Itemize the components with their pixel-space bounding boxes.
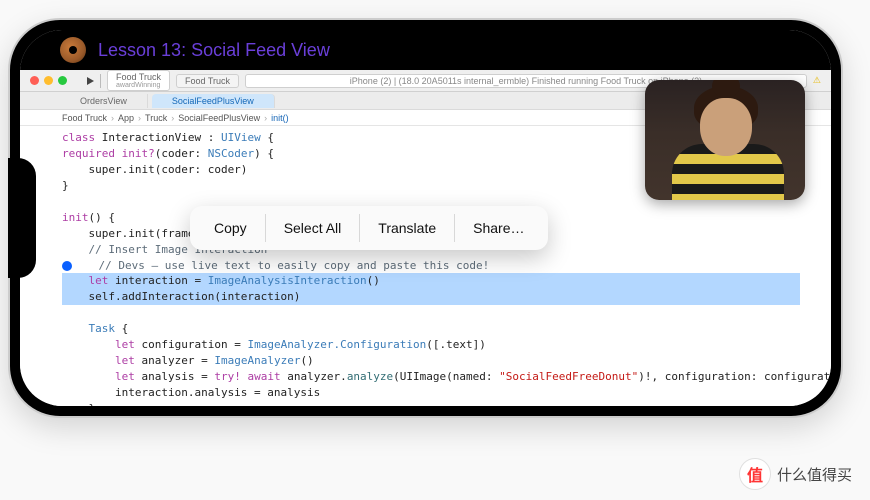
code-text xyxy=(115,147,122,160)
run-button-icon[interactable] xyxy=(87,77,94,85)
breadcrumb-item[interactable]: init() xyxy=(271,113,289,123)
badge-char: 值 xyxy=(747,462,763,486)
menu-label: Copy xyxy=(214,220,247,236)
code-kw: let xyxy=(89,274,109,287)
text-context-menu: Copy Select All Translate Share… xyxy=(190,206,548,250)
smzdm-watermark: 值 什么值得买 xyxy=(739,458,852,490)
code-text: ) { xyxy=(254,147,274,160)
menu-label: Translate xyxy=(378,220,436,236)
chevron-right-icon: › xyxy=(264,113,267,123)
code-text: analysis = xyxy=(135,370,214,383)
code-comment: // Devs – use live text to easily copy a… xyxy=(99,259,490,272)
menu-label: Share… xyxy=(473,220,524,236)
code-type: NSCoder xyxy=(208,147,254,160)
warning-icon[interactable]: ⚠︎ xyxy=(813,75,821,86)
code-text: (UIImage(named: xyxy=(393,370,499,383)
code-kw: try! await xyxy=(214,370,280,383)
code-type: UIView xyxy=(221,131,261,144)
donut-app-icon xyxy=(60,37,86,63)
chevron-right-icon: › xyxy=(111,113,114,123)
phone-notch xyxy=(8,158,36,278)
code-text: interaction = xyxy=(108,274,207,287)
code-text: interaction.analysis = analysis xyxy=(62,386,320,399)
code-text xyxy=(72,259,99,272)
tab-ordersview[interactable]: OrdersView xyxy=(60,94,148,108)
code-text: self.addInteraction(interaction) xyxy=(62,290,300,303)
run-destination-label: Food Truck xyxy=(185,76,230,86)
selection-line: self.addInteraction(interaction) xyxy=(62,289,800,305)
code-type: ImageAnalyzer xyxy=(214,354,300,367)
share-button[interactable]: Share… xyxy=(455,206,542,250)
code-type: ImageAnalysisInteraction xyxy=(208,274,367,287)
speaker-avatar xyxy=(660,88,790,200)
code-text: (coder: xyxy=(155,147,208,160)
code-text xyxy=(62,354,115,367)
code-text: super.init(frame: xyxy=(62,227,208,240)
breadcrumb-item[interactable]: Truck xyxy=(145,113,167,123)
menu-label: Select All xyxy=(284,220,342,236)
code-kw: required xyxy=(62,147,115,160)
code-kw: let xyxy=(115,338,135,351)
tab-label: SocialFeedPlusView xyxy=(172,96,254,106)
chevron-right-icon: › xyxy=(171,113,174,123)
code-text: configuration = xyxy=(135,338,248,351)
selection-line: let interaction = ImageAnalysisInteracti… xyxy=(62,273,800,289)
code-type: Task xyxy=(89,322,116,335)
code-text: )!, configuration: configuration) xyxy=(638,370,831,383)
code-text xyxy=(62,243,89,256)
zoom-icon[interactable] xyxy=(58,76,67,85)
video-header: Lesson 13: Social Feed View xyxy=(20,30,831,70)
phone-screen: Lesson 13: Social Feed View Food Truck a… xyxy=(20,30,831,406)
window-controls[interactable] xyxy=(30,76,67,85)
scheme-subtitle: awardWinning xyxy=(116,82,161,89)
code-text: analyzer = xyxy=(135,354,214,367)
smzdm-badge-icon: 值 xyxy=(739,458,771,490)
code-text: { xyxy=(261,131,274,144)
code-text: () { xyxy=(89,211,116,224)
separator xyxy=(100,74,101,88)
smzdm-brand-text: 什么值得买 xyxy=(777,464,852,485)
chevron-right-icon: › xyxy=(138,113,141,123)
close-icon[interactable] xyxy=(30,76,39,85)
code-text: () xyxy=(300,354,313,367)
tab-label: OrdersView xyxy=(80,96,127,106)
code-text: { xyxy=(115,322,128,335)
code-type: ImageAnalyzer.Configuration xyxy=(247,338,426,351)
code-kw: init xyxy=(62,211,89,224)
code-text: } xyxy=(62,402,95,406)
code-kw: init? xyxy=(122,147,155,160)
run-destination[interactable]: Food Truck xyxy=(176,74,239,88)
code-text: InteractionView : xyxy=(95,131,221,144)
code-text: analyzer. xyxy=(281,370,347,383)
code-kw: let xyxy=(115,354,135,367)
code-text: } xyxy=(62,179,69,192)
code-string: "SocialFeedFreeDonut" xyxy=(499,370,638,383)
code-kw: let xyxy=(115,370,135,383)
minimize-icon[interactable] xyxy=(44,76,53,85)
selection-start-handle[interactable] xyxy=(62,261,72,271)
picture-in-picture-speaker[interactable] xyxy=(645,80,805,200)
code-text: super.init(coder: coder) xyxy=(62,163,247,176)
breadcrumb-item[interactable]: App xyxy=(118,113,134,123)
code-text xyxy=(62,322,89,335)
scheme-selector[interactable]: Food Truck awardWinning xyxy=(107,70,170,91)
scheme-name: Food Truck xyxy=(116,72,161,82)
code-text xyxy=(62,370,115,383)
lesson-title: Lesson 13: Social Feed View xyxy=(98,40,330,61)
iphone-frame: Lesson 13: Social Feed View Food Truck a… xyxy=(8,18,843,418)
code-text xyxy=(62,338,115,351)
select-all-button[interactable]: Select All xyxy=(266,206,360,250)
code-fn: analyze xyxy=(347,370,393,383)
code-text xyxy=(62,274,89,287)
code-text: () xyxy=(367,274,380,287)
code-kw: class xyxy=(62,131,95,144)
breadcrumb-item[interactable]: SocialFeedPlusView xyxy=(178,113,260,123)
translate-button[interactable]: Translate xyxy=(360,206,454,250)
breadcrumb-item[interactable]: Food Truck xyxy=(62,113,107,123)
tab-socialfeedplusview[interactable]: SocialFeedPlusView xyxy=(152,94,275,108)
copy-button[interactable]: Copy xyxy=(196,206,265,250)
code-text: ([.text]) xyxy=(426,338,486,351)
